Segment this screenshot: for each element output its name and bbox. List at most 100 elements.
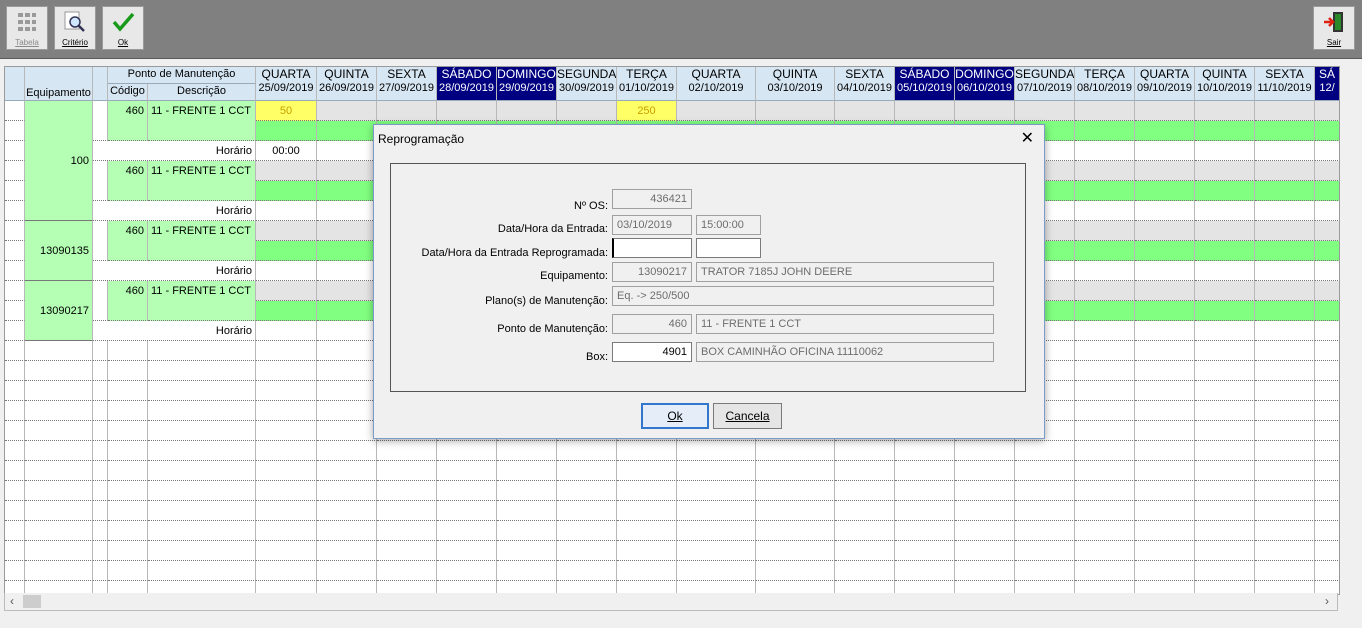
schedule-cell[interactable]: [617, 461, 677, 481]
codigo-cell[interactable]: [108, 461, 148, 481]
schedule-cell[interactable]: [1195, 401, 1255, 421]
schedule-cell[interactable]: [1135, 141, 1195, 161]
schedule-cell[interactable]: [1015, 541, 1075, 561]
schedule-cell[interactable]: [1315, 161, 1339, 181]
codigo-cell[interactable]: [108, 441, 148, 461]
schedule-cell[interactable]: [256, 321, 317, 341]
schedule-cell[interactable]: [317, 281, 377, 301]
schedule-cell[interactable]: [317, 361, 377, 381]
descricao-cell[interactable]: [148, 381, 256, 401]
schedule-cell[interactable]: 50: [256, 101, 317, 121]
schedule-cell[interactable]: [1255, 221, 1315, 241]
schedule-cell[interactable]: [1135, 361, 1195, 381]
schedule-cell[interactable]: [377, 501, 437, 521]
schedule-cell[interactable]: [1315, 301, 1339, 321]
row-indicator[interactable]: [5, 321, 25, 341]
schedule-cell[interactable]: [835, 101, 895, 121]
schedule-cell[interactable]: [1255, 161, 1315, 181]
schedule-cell[interactable]: [1195, 181, 1255, 201]
schedule-cell[interactable]: [1255, 121, 1315, 141]
schedule-cell[interactable]: [317, 541, 377, 561]
schedule-cell[interactable]: [955, 541, 1015, 561]
schedule-cell[interactable]: [955, 501, 1015, 521]
schedule-cell[interactable]: [1255, 461, 1315, 481]
day-header[interactable]: SÁBADO 28/09/2019: [437, 67, 497, 101]
reprog-time-input[interactable]: [696, 238, 761, 258]
day-header[interactable]: SÁ 12/: [1315, 67, 1339, 101]
schedule-cell[interactable]: [256, 541, 317, 561]
schedule-cell[interactable]: [1255, 281, 1315, 301]
schedule-cell[interactable]: [1315, 421, 1339, 441]
descricao-cell[interactable]: [148, 461, 256, 481]
schedule-cell[interactable]: [1195, 541, 1255, 561]
schedule-cell[interactable]: [1075, 541, 1135, 561]
schedule-cell[interactable]: [1075, 501, 1135, 521]
schedule-cell[interactable]: [497, 521, 557, 541]
schedule-cell[interactable]: [1135, 341, 1195, 361]
row-indicator[interactable]: [5, 421, 25, 441]
schedule-cell[interactable]: [1075, 521, 1135, 541]
schedule-cell[interactable]: [317, 381, 377, 401]
schedule-cell[interactable]: [1135, 461, 1195, 481]
blank-cell[interactable]: [93, 101, 108, 141]
schedule-cell[interactable]: [677, 501, 756, 521]
day-header[interactable]: QUINTA 03/10/2019: [756, 67, 835, 101]
schedule-cell[interactable]: [256, 561, 317, 581]
schedule-cell[interactable]: [1075, 121, 1135, 141]
schedule-cell[interactable]: 250: [617, 101, 677, 121]
schedule-cell[interactable]: [377, 541, 437, 561]
schedule-cell[interactable]: [677, 521, 756, 541]
schedule-cell[interactable]: [617, 481, 677, 501]
schedule-cell[interactable]: [557, 521, 617, 541]
schedule-cell[interactable]: [1075, 481, 1135, 501]
day-header[interactable]: QUARTA 09/10/2019: [1135, 67, 1195, 101]
schedule-cell[interactable]: [317, 201, 377, 221]
row-indicator[interactable]: [5, 181, 25, 201]
schedule-cell[interactable]: [1075, 321, 1135, 341]
schedule-cell[interactable]: [317, 261, 377, 281]
schedule-cell[interactable]: [1015, 461, 1075, 481]
schedule-cell[interactable]: [317, 441, 377, 461]
schedule-cell[interactable]: [1315, 381, 1339, 401]
row-indicator[interactable]: [5, 121, 25, 141]
schedule-cell[interactable]: [617, 441, 677, 461]
day-header[interactable]: SEGUNDA 30/09/2019: [557, 67, 617, 101]
descricao-cell[interactable]: 11 - FRENTE 1 CCT: [148, 161, 256, 201]
schedule-cell[interactable]: [1315, 121, 1339, 141]
schedule-cell[interactable]: [1075, 461, 1135, 481]
descricao-cell[interactable]: [148, 541, 256, 561]
equip-cell[interactable]: [25, 481, 93, 501]
schedule-cell[interactable]: [1195, 341, 1255, 361]
schedule-cell[interactable]: [317, 461, 377, 481]
criterio-button[interactable]: Critério: [54, 6, 96, 50]
schedule-cell[interactable]: [557, 561, 617, 581]
schedule-cell[interactable]: [256, 521, 317, 541]
day-header[interactable]: DOMINGO 29/09/2019: [497, 67, 557, 101]
schedule-cell[interactable]: [1015, 561, 1075, 581]
schedule-cell[interactable]: [1315, 441, 1339, 461]
schedule-cell[interactable]: [1075, 441, 1135, 461]
codigo-cell[interactable]: 460: [108, 101, 148, 141]
schedule-cell[interactable]: [1255, 321, 1315, 341]
schedule-cell[interactable]: [317, 141, 377, 161]
codigo-cell[interactable]: 460: [108, 281, 148, 321]
blank-cell[interactable]: [93, 381, 108, 401]
blank-cell[interactable]: [93, 441, 108, 461]
equip-cell[interactable]: [25, 401, 93, 421]
cancel-button[interactable]: Cancela: [713, 403, 782, 429]
schedule-cell[interactable]: [1315, 521, 1339, 541]
schedule-cell[interactable]: [1255, 261, 1315, 281]
schedule-cell[interactable]: [677, 461, 756, 481]
schedule-cell[interactable]: [1135, 281, 1195, 301]
row-indicator[interactable]: [5, 141, 25, 161]
equip-cell[interactable]: [25, 341, 93, 361]
codigo-cell[interactable]: [108, 541, 148, 561]
schedule-cell[interactable]: [677, 441, 756, 461]
schedule-cell[interactable]: [377, 561, 437, 581]
schedule-cell[interactable]: [256, 201, 317, 221]
schedule-cell[interactable]: [756, 521, 835, 541]
schedule-cell[interactable]: [1255, 521, 1315, 541]
schedule-cell[interactable]: [1075, 241, 1135, 261]
row-indicator[interactable]: [5, 541, 25, 561]
schedule-cell[interactable]: [377, 441, 437, 461]
